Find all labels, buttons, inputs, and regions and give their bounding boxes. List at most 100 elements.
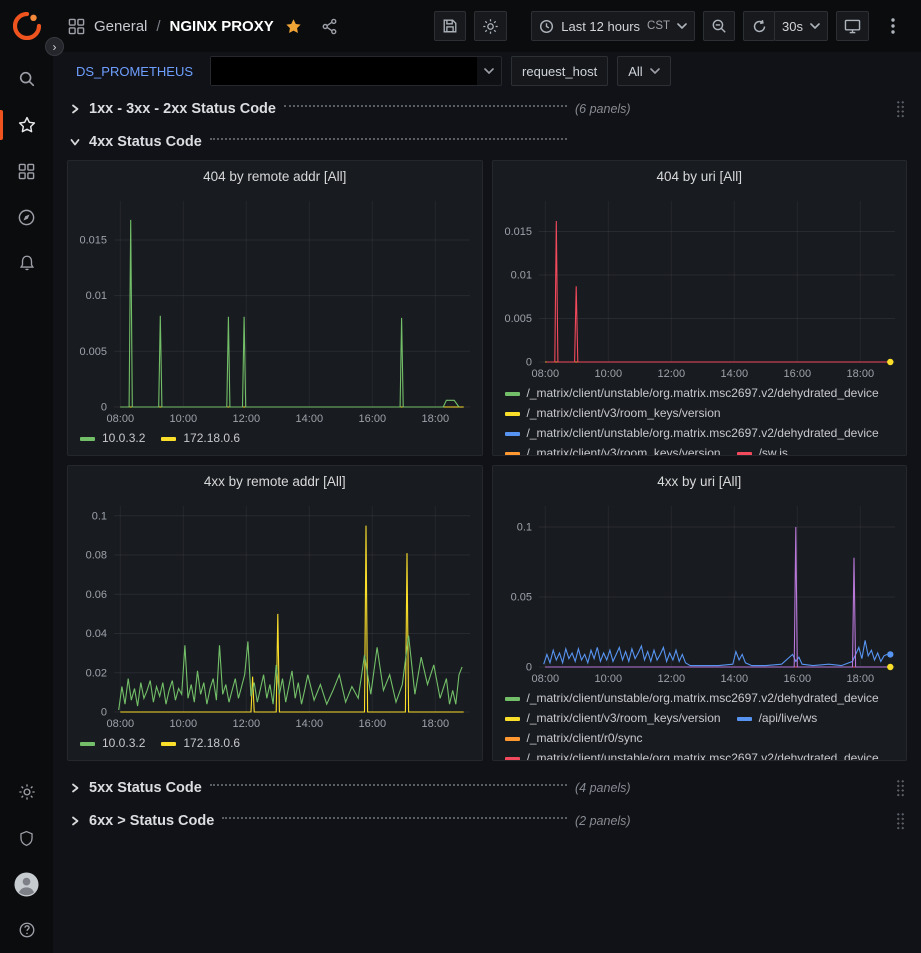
legend-label: /sw.js — [759, 445, 788, 456]
legend-color-dash — [505, 412, 520, 416]
panel-title[interactable]: 4xx by uri [All] — [493, 466, 907, 496]
svg-text:08:00: 08:00 — [531, 673, 559, 685]
row-drag-handle-icon[interactable] — [896, 812, 905, 830]
legend-item[interactable]: 172.18.0.6 — [161, 430, 240, 447]
svg-text:0: 0 — [525, 357, 531, 369]
chevron-right-icon — [67, 816, 83, 826]
svg-text:16:00: 16:00 — [359, 718, 387, 730]
row-drag-handle-icon[interactable] — [896, 100, 905, 118]
legend-label: 172.18.0.6 — [183, 735, 240, 752]
sidebar-item-profile[interactable] — [0, 861, 53, 907]
sidebar-item-alerting[interactable] — [0, 240, 53, 286]
legend-item[interactable]: 10.0.3.2 — [80, 430, 145, 447]
svg-text:0.04: 0.04 — [86, 628, 107, 640]
chevron-down-icon — [810, 23, 820, 29]
row-title: 1xx - 3xx - 2xx Status Code — [89, 101, 276, 117]
svg-text:16:00: 16:00 — [359, 413, 387, 425]
sidebar-item-help[interactable] — [0, 907, 53, 953]
breadcrumb-folder[interactable]: General — [94, 18, 147, 35]
legend-item[interactable]: /_matrix/client/unstable/org.matrix.msc2… — [505, 425, 879, 442]
sidebar-item-configuration[interactable] — [0, 769, 53, 815]
zoom-out-time-button[interactable] — [703, 11, 735, 41]
row-6xx[interactable]: 6xx > Status Code (2 panels) — [67, 806, 907, 835]
legend-color-dash — [505, 452, 520, 456]
legend-color-dash — [737, 717, 752, 721]
legend-item[interactable]: /sw.js — [737, 445, 788, 456]
sidebar-expand-button[interactable]: › — [45, 37, 64, 56]
row-drag-handle-icon[interactable] — [896, 779, 905, 797]
row-1xx-3xx-2xx[interactable]: 1xx - 3xx - 2xx Status Code (6 panels) — [67, 94, 907, 123]
legend-item[interactable]: /_matrix/client/r0/sync — [505, 730, 643, 747]
save-dashboard-button[interactable] — [434, 11, 466, 41]
kebab-menu-button[interactable] — [877, 11, 909, 41]
legend-item[interactable]: /_matrix/client/v3/room_keys/version — [505, 710, 721, 727]
grafana-logo-icon[interactable] — [13, 12, 41, 40]
svg-text:10:00: 10:00 — [170, 718, 198, 730]
legend-label: 10.0.3.2 — [102, 735, 145, 752]
svg-text:08:00: 08:00 — [531, 368, 559, 380]
legend-item[interactable]: 10.0.3.2 — [80, 735, 145, 752]
datasource-variable-label[interactable]: DS_PROMETHEUS — [68, 58, 201, 85]
svg-text:0.015: 0.015 — [504, 226, 532, 238]
legend-item[interactable]: /_matrix/client/v3/room_keys/version — [505, 405, 721, 422]
shield-icon — [18, 830, 35, 847]
sidebar-item-starred[interactable] — [0, 102, 53, 148]
search-icon — [18, 70, 36, 88]
request-host-variable-label[interactable]: request_host — [511, 56, 608, 86]
legend-item[interactable]: /_matrix/client/v3/room_keys/version — [505, 445, 721, 456]
sidebar-item-explore[interactable] — [0, 194, 53, 240]
legend-color-dash — [161, 437, 176, 441]
svg-text:0.05: 0.05 — [510, 592, 531, 604]
timeseries-chart[interactable]: 00.0050.010.01508:0010:0012:0014:0016:00… — [493, 191, 907, 383]
legend-label: 172.18.0.6 — [183, 430, 240, 447]
refresh-button[interactable] — [743, 11, 775, 41]
favorite-star-icon[interactable] — [285, 18, 302, 35]
panel-title[interactable]: 404 by remote addr [All] — [68, 161, 482, 191]
legend-item[interactable]: /api/live/ws — [737, 710, 818, 727]
legend-label: /_matrix/client/unstable/org.matrix.msc2… — [527, 385, 879, 402]
legend-color-dash — [80, 437, 95, 441]
breadcrumb: General / NGINX PROXY — [68, 18, 338, 35]
dashboard-title[interactable]: NGINX PROXY — [170, 18, 274, 35]
refresh-interval-dropdown[interactable]: 30s — [774, 11, 828, 41]
gear-icon — [18, 783, 36, 801]
timeseries-chart[interactable]: 00.050.108:0010:0012:0014:0016:0018:00 — [493, 496, 907, 688]
navbar-actions: Last 12 hours CST 30s — [434, 11, 909, 41]
svg-text:12:00: 12:00 — [657, 673, 685, 685]
timeseries-chart[interactable]: 00.0050.010.01508:0010:0012:0014:0016:00… — [68, 191, 482, 428]
panel-404-by-uri: 404 by uri [All] 00.0050.010.01508:0010:… — [492, 160, 908, 456]
sidebar-item-server-admin[interactable] — [0, 815, 53, 861]
panel-title[interactable]: 404 by uri [All] — [493, 161, 907, 191]
legend-item[interactable]: /_matrix/client/unstable/org.matrix.msc2… — [505, 690, 879, 707]
avatar — [14, 872, 39, 897]
datasource-select[interactable] — [210, 56, 502, 86]
variables-bar: DS_PROMETHEUS request_host All — [53, 52, 921, 90]
legend-color-dash — [505, 697, 520, 701]
panel-title[interactable]: 4xx by remote addr [All] — [68, 466, 482, 496]
sidebar-item-search[interactable] — [0, 56, 53, 102]
time-range-picker[interactable]: Last 12 hours CST — [531, 11, 695, 41]
legend-item[interactable]: /_matrix/client/unstable/org.matrix.msc2… — [505, 750, 879, 761]
dashboard-settings-button[interactable] — [474, 11, 507, 41]
row-5xx[interactable]: 5xx Status Code (4 panels) — [67, 773, 907, 802]
panel-404-by-remote-addr: 404 by remote addr [All] 00.0050.010.015… — [67, 160, 483, 456]
svg-text:0.1: 0.1 — [516, 522, 531, 534]
time-range-label: Last 12 hours — [561, 19, 640, 34]
svg-text:10:00: 10:00 — [594, 368, 622, 380]
svg-text:0.005: 0.005 — [504, 313, 532, 325]
request-host-label-text: request_host — [522, 64, 597, 79]
row-4xx[interactable]: 4xx Status Code — [67, 127, 907, 156]
request-host-variable-select[interactable]: All — [617, 56, 670, 86]
share-icon[interactable] — [321, 18, 338, 35]
svg-text:14:00: 14:00 — [720, 673, 748, 685]
sidebar — [0, 52, 53, 953]
chevron-down-icon — [677, 23, 687, 29]
legend-item[interactable]: 172.18.0.6 — [161, 735, 240, 752]
bell-icon — [18, 254, 36, 272]
svg-text:0.015: 0.015 — [79, 235, 107, 247]
display-mode-button[interactable] — [836, 11, 869, 41]
legend-item[interactable]: /_matrix/client/unstable/org.matrix.msc2… — [505, 385, 879, 402]
timeseries-chart[interactable]: 00.020.040.060.080.108:0010:0012:0014:00… — [68, 496, 482, 733]
sidebar-item-dashboards[interactable] — [0, 148, 53, 194]
dashboard-canvas: 1xx - 3xx - 2xx Status Code (6 panels) 4… — [53, 90, 921, 953]
